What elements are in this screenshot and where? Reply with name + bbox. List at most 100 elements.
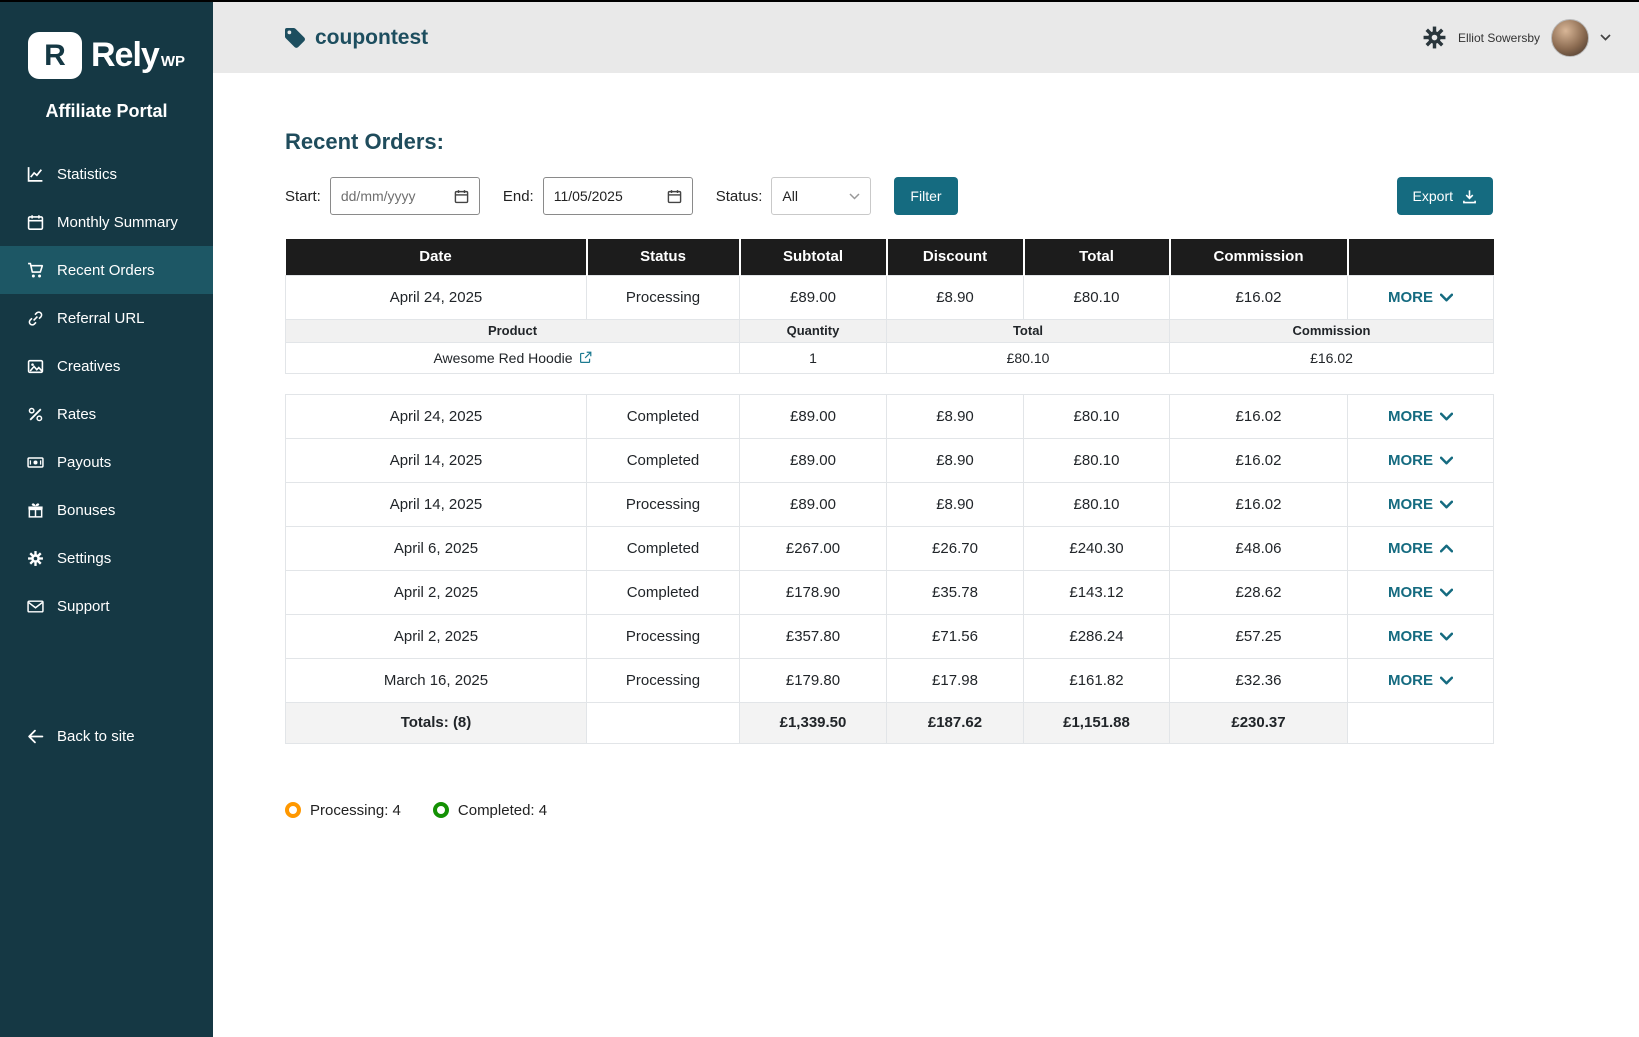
back-arrow-icon (27, 728, 44, 745)
cell-subtotal: £179.80 (739, 657, 887, 703)
order-row: April 24, 2025 Processing £89.00 £8.90 £80.1… (285, 274, 1494, 320)
more-button[interactable]: MORE (1347, 525, 1494, 571)
cell-discount: £8.90 (886, 274, 1024, 320)
end-date-input[interactable] (542, 177, 693, 215)
more-button[interactable]: MORE (1347, 437, 1494, 483)
relywp-logo: R Rely WP (0, 32, 213, 79)
image-icon (27, 358, 44, 375)
status-select[interactable]: All (771, 177, 872, 215)
user-menu-chevron-icon[interactable] (1600, 34, 1611, 41)
app: R Rely WP Affiliate Portal Statistics Mon… (0, 2, 1639, 1037)
cell-status: Processing (586, 274, 740, 320)
cell-total: £80.10 (1023, 437, 1170, 483)
more-label: MORE (1388, 627, 1433, 645)
sidebar-item-payouts[interactable]: Payouts (0, 438, 213, 486)
cell-date: April 6, 2025 (285, 525, 587, 571)
avatar[interactable] (1551, 18, 1589, 57)
legend-item: Completed: 4 (432, 801, 548, 819)
start-date-input[interactable] (329, 177, 480, 215)
gear-icon[interactable] (1422, 25, 1447, 50)
sidebar-item-creatives[interactable]: Creatives (0, 342, 213, 390)
sidebar-item-label: Support (57, 597, 110, 615)
more-button[interactable]: MORE (1347, 274, 1494, 320)
more-label: MORE (1388, 583, 1433, 601)
cell-commission: £16.02 (1169, 481, 1348, 527)
start-date-field[interactable] (340, 188, 446, 204)
sidebar-item-statistics[interactable]: Statistics (0, 150, 213, 198)
header-bar: coupontest Elliot Sowersby (213, 2, 1639, 73)
logo-text: Rely WP (91, 36, 185, 75)
chevron-up-icon (1440, 544, 1453, 553)
sidebar-item-referral-url[interactable]: Referral URL (0, 294, 213, 342)
column-header-discount: Discount (886, 239, 1025, 275)
cell-subtotal: £178.90 (739, 569, 887, 615)
column-header-commission: Commission (1169, 239, 1349, 275)
legend-label: Completed: 4 (457, 801, 548, 819)
detail-cell-quantity: 1 (739, 341, 887, 374)
sidebar-item-monthly-summary[interactable]: Monthly Summary (0, 198, 213, 246)
sidebar: R Rely WP Affiliate Portal Statistics Mon… (0, 2, 213, 1037)
status-dot-icon (432, 802, 449, 818)
sidebar-item-rates[interactable]: Rates (0, 390, 213, 438)
more-button[interactable]: MORE (1347, 613, 1494, 659)
sidebar-item-label: Creatives (57, 357, 121, 375)
detail-header-product: Product (285, 318, 740, 343)
gear-icon (27, 550, 44, 567)
sidebar-item-label: Settings (57, 549, 112, 567)
column-header-subtotal: Subtotal (739, 239, 888, 275)
sidebar-item-bonuses[interactable]: Bonuses (0, 486, 213, 534)
cell-date: April 2, 2025 (285, 569, 587, 615)
cell-discount: £35.78 (886, 569, 1024, 615)
more-label: MORE (1388, 407, 1433, 425)
chevron-down-icon (1440, 500, 1453, 509)
column-header-status: Status (586, 239, 741, 275)
cell-commission: £48.06 (1169, 525, 1348, 571)
external-link-icon (579, 351, 592, 364)
column-header-total: Total (1023, 239, 1171, 275)
order-detail-header-row: Product Quantity Total Commission (285, 318, 1494, 343)
export-button[interactable]: Export (1396, 177, 1493, 215)
detail-cell-total: £80.10 (886, 341, 1170, 374)
cell-date: April 24, 2025 (285, 393, 587, 439)
chevron-down-icon (849, 192, 860, 200)
page-title: coupontest (285, 26, 428, 50)
cell-total: £161.82 (1023, 657, 1170, 703)
end-date-field[interactable] (553, 188, 659, 204)
more-button[interactable]: MORE (1347, 481, 1494, 527)
product-name: Awesome Red Hoodie (433, 349, 573, 366)
percent-icon (27, 406, 44, 423)
cell-date: April 14, 2025 (285, 437, 587, 483)
detail-spacer-row (286, 373, 1494, 394)
user-name: Elliot Sowersby (1457, 30, 1540, 45)
filter-button[interactable]: Filter (894, 177, 958, 215)
more-button[interactable]: MORE (1347, 657, 1494, 703)
sidebar-item-support[interactable]: Support (0, 582, 213, 630)
sidebar-item-recent-orders[interactable]: Recent Orders (0, 246, 213, 294)
order-row: April 2, 2025 Processing £357.80 £71.56 £286… (285, 613, 1494, 659)
calendar-icon (667, 189, 682, 204)
detail-header-total: Total (886, 318, 1170, 343)
sidebar-item-settings[interactable]: Settings (0, 534, 213, 582)
brand-suffix: WP (160, 53, 185, 70)
order-row: April 2, 2025 Completed £178.90 £35.78 £143.… (285, 569, 1494, 615)
chevron-down-icon (1440, 676, 1453, 685)
chevron-down-icon (1440, 293, 1453, 302)
totals-subtotal: £1,339.50 (739, 701, 887, 744)
more-label: MORE (1388, 288, 1433, 306)
cell-date: March 16, 2025 (285, 657, 587, 703)
cell-total: £143.12 (1023, 569, 1170, 615)
more-button[interactable]: MORE (1347, 569, 1494, 615)
cart-icon (27, 262, 44, 279)
cell-discount: £8.90 (886, 393, 1024, 439)
legend-item: Processing: 4 (285, 802, 401, 819)
back-to-site-link[interactable]: Back to site (0, 712, 213, 760)
cell-discount: £8.90 (886, 481, 1024, 527)
logo-letter: R (44, 38, 66, 72)
calendar-icon (27, 214, 44, 231)
product-link[interactable]: Awesome Red Hoodie (433, 350, 591, 366)
order-row: April 14, 2025 Processing £89.00 £8.90 £80.1… (285, 481, 1494, 527)
end-label: End: (502, 187, 534, 205)
totals-total: £1,151.88 (1023, 701, 1170, 744)
more-button[interactable]: MORE (1347, 393, 1494, 439)
chevron-down-icon (1440, 412, 1453, 421)
